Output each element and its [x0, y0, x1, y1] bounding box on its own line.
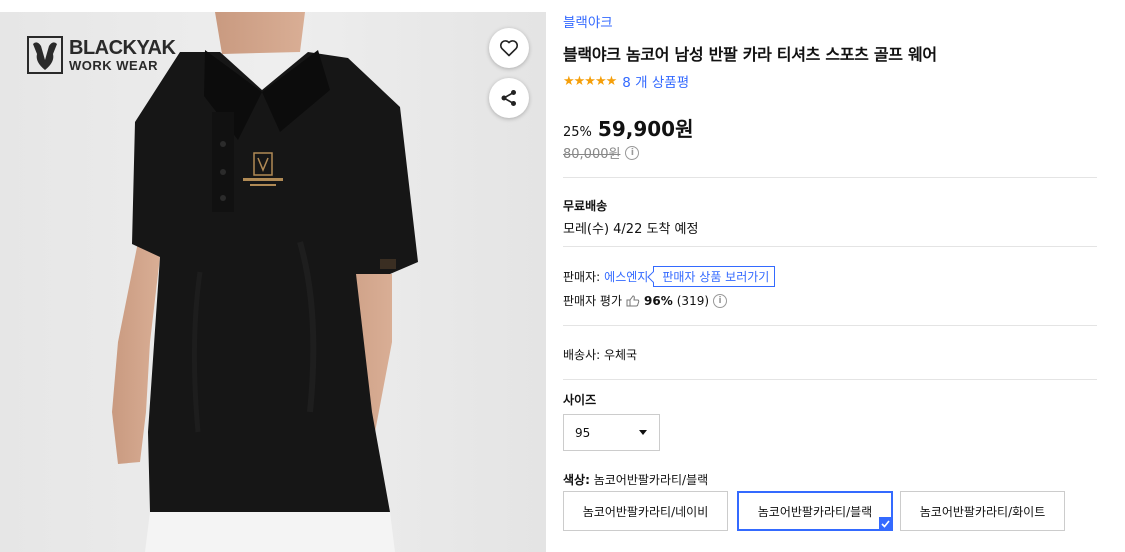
seller-eval-percent: 96%: [644, 293, 673, 308]
logo-brand-text: BLACKYAK: [69, 37, 176, 59]
review-count-link[interactable]: 8 개 상품평: [622, 71, 689, 91]
color-label-title: 색상:: [563, 473, 590, 487]
rating-row: ★★★★★ 8 개 상품평: [563, 71, 689, 92]
color-option-black[interactable]: 놈코어반팔카라티/블랙: [737, 491, 893, 531]
seller-eval-label: 판매자 평가: [563, 294, 623, 308]
courier-info: 배송사: 우체국: [563, 348, 638, 362]
color-option-navy[interactable]: 놈코어반팔카라티/네이비: [563, 491, 728, 531]
seller-products-button[interactable]: 판매자 상품 보러가기: [653, 266, 776, 287]
divider: [563, 325, 1097, 326]
heart-outline-icon: [499, 40, 519, 57]
product-image-area: BLACKYAK WORK WEAR: [0, 12, 546, 552]
original-price: 80,000원: [563, 147, 621, 162]
shipping-label: 무료배송: [563, 199, 608, 213]
divider: [563, 177, 1097, 178]
seller-eval-count: (319): [676, 293, 710, 308]
seller-info-icon[interactable]: i: [713, 293, 728, 308]
logo-sub-text: WORK WEAR: [69, 58, 158, 73]
check-icon: [879, 517, 892, 530]
divider: [563, 379, 1097, 380]
thumbs-up-icon: [626, 294, 640, 306]
color-label: 색상: 놈코어반팔카라티/블랙: [563, 471, 708, 488]
product-photo[interactable]: [0, 12, 546, 552]
size-select[interactable]: 95: [563, 414, 660, 451]
brand-link[interactable]: 블랙야크: [563, 11, 613, 31]
price-info-icon[interactable]: i: [625, 145, 640, 160]
original-price-row: 80,000원 i: [563, 143, 640, 162]
sale-price: 59,900원: [597, 117, 694, 141]
discount-rate: 25%: [563, 125, 592, 140]
color-option-label: 놈코어반팔카라티/화이트: [919, 504, 1046, 519]
size-label: 사이즈: [563, 393, 597, 407]
color-option-label: 놈코어반팔카라티/네이비: [582, 504, 709, 519]
caret-down-icon: [639, 430, 647, 435]
product-info-panel: 블랙야크 블랙야크 놈코어 남성 반팔 카라 티셔츠 스포츠 골프 웨어 ★★★…: [563, 0, 1125, 552]
color-option-label: 놈코어반팔카라티/블랙: [757, 504, 873, 519]
price-row: 25% 59,900원: [563, 113, 693, 142]
seller-evaluation: 판매자 평가 96% (319) i: [563, 292, 728, 309]
seller-prefix: 판매자:: [563, 270, 601, 284]
shipping-date: 모레(수) 4/22 도착 예정: [563, 222, 699, 237]
color-option-white[interactable]: 놈코어반팔카라티/화이트: [900, 491, 1065, 531]
color-label-value: 놈코어반팔카라티/블랙: [593, 473, 709, 487]
yak-logo-icon: [27, 36, 63, 74]
brand-logo: BLACKYAK WORK WEAR: [27, 36, 176, 74]
share-icon: [501, 90, 516, 106]
share-button[interactable]: [489, 78, 529, 118]
seller-name-link[interactable]: 에스엔지: [604, 268, 648, 285]
wishlist-button[interactable]: [489, 28, 529, 68]
size-value: 95: [575, 425, 591, 440]
star-rating-icon: ★★★★★: [563, 73, 617, 89]
seller-row: 판매자: 에스엔지 판매자 상품 보러가기: [563, 266, 776, 287]
product-title: 블랙야크 놈코어 남성 반팔 카라 티셔츠 스포츠 골프 웨어: [563, 45, 937, 64]
divider: [563, 246, 1097, 247]
